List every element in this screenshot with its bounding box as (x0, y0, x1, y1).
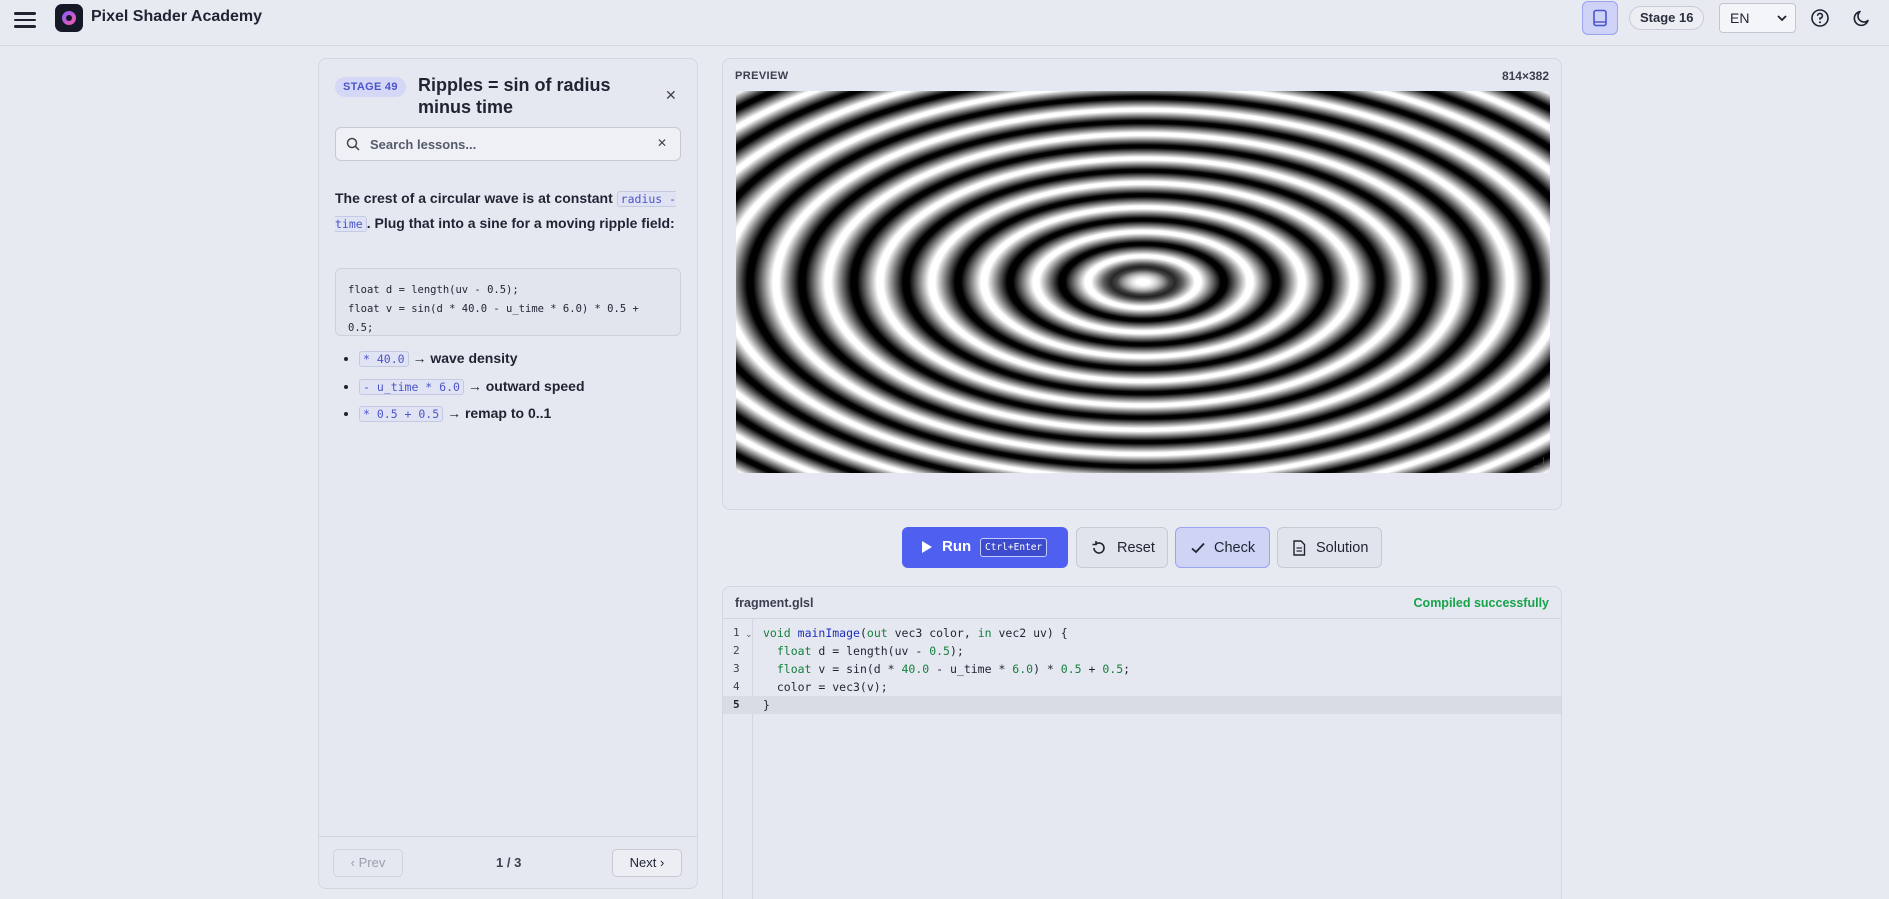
compile-status: Compiled successfully (1413, 596, 1549, 610)
book-icon (1593, 9, 1607, 27)
stage-badge: STAGE 49 (335, 77, 406, 97)
lesson-panel: STAGE 49 Ripples = sin of radius minus t… (318, 58, 698, 889)
search-icon (346, 137, 360, 151)
bullet-text: → wave density (412, 350, 518, 366)
code-line[interactable]: 3 float v = sin(d * 40.0 - u_time * 6.0)… (723, 660, 1561, 678)
line-number: 4 (733, 680, 740, 693)
code-snippet-line: float d = length(uv - 0.5); (348, 284, 519, 296)
file-name: fragment.glsl (735, 596, 814, 610)
logo-icon (62, 11, 76, 25)
lesson-intro: The crest of a circular wave is at const… (335, 187, 681, 236)
code-snippet-line: float v = sin(d * 40.0 - u_time * 6.0) *… (348, 303, 639, 334)
preview-label: PREVIEW (735, 70, 789, 82)
language-value: EN (1730, 10, 1750, 26)
language-select[interactable]: EN (1719, 3, 1796, 33)
next-button[interactable]: Next › (612, 849, 682, 877)
line-number: 3 (733, 662, 740, 675)
lessons-toggle-button[interactable] (1582, 1, 1618, 35)
code-line[interactable]: 2 float d = length(uv - 0.5); (723, 642, 1561, 660)
line-number: 2 (733, 644, 740, 657)
document-icon (1293, 540, 1306, 556)
code-text: } (763, 698, 770, 712)
bullet-text: → outward speed (467, 377, 585, 394)
code-text: float d = length(uv - 0.5); (776, 644, 964, 658)
code-line[interactable]: 4 color = vec3(v); (723, 678, 1561, 696)
top-bar: Pixel Shader Academy Stage 16 EN (0, 0, 1889, 46)
check-icon (1191, 542, 1205, 554)
reset-icon (1092, 541, 1105, 554)
reset-label: Reset (1117, 540, 1155, 556)
code-line[interactable]: 1 ⌄ void mainImage(out vec3 color, in vec… (723, 624, 1561, 642)
inline-code: * 0.5 + 0.5 (359, 406, 444, 422)
search-input[interactable] (370, 134, 650, 154)
lesson-search: ✕ (335, 127, 681, 161)
check-button[interactable]: Check (1175, 527, 1270, 568)
prev-label: Prev (358, 855, 386, 870)
stage-indicator: Stage 16 (1629, 6, 1705, 30)
lesson-pagination: ‹ Prev 1 / 3 Next › (319, 836, 697, 888)
help-icon[interactable] (1810, 8, 1830, 28)
prev-button[interactable]: ‹ Prev (333, 849, 403, 877)
close-panel-button[interactable]: ✕ (665, 87, 677, 104)
line-number: 5 (733, 698, 740, 711)
list-item: * 0.5 + 0.5 → remap to 0..1 (359, 402, 679, 430)
editor-header: fragment.glsl Compiled successfully (723, 587, 1561, 619)
code-text: float v = sin(d * 40.0 - u_time * 6.0) *… (776, 662, 1131, 676)
inline-code: * 40.0 (359, 351, 409, 367)
list-item: * 40.0 → wave density (359, 347, 679, 375)
intro-text-end: . Plug that into a sine for a moving rip… (366, 214, 675, 231)
solution-label: Solution (1316, 540, 1369, 556)
solution-button[interactable]: Solution (1277, 527, 1382, 568)
tips-list: * 40.0 → wave density - u_time * 6.0 → o… (359, 347, 679, 430)
shader-preview-canvas[interactable] (736, 91, 1550, 473)
code-text: void mainImage(out vec3 color, in vec2 u… (763, 626, 1068, 640)
fold-chevron-icon[interactable]: ⌄ (745, 625, 753, 643)
app-title: Pixel Shader Academy (91, 8, 263, 25)
menu-icon[interactable] (14, 9, 36, 28)
reset-button[interactable]: Reset (1076, 527, 1168, 568)
code-snippet: float d = length(uv - 0.5); float v = si… (335, 268, 681, 336)
chevron-right-icon: › (660, 855, 665, 870)
run-label: Run (942, 538, 972, 555)
lesson-title: Ripples = sin of radius minus time (418, 75, 611, 117)
line-number: 1 (733, 626, 740, 639)
code-text: color = vec3(v); (763, 680, 888, 694)
preview-panel: PREVIEW 814×382 (722, 58, 1562, 510)
chevron-down-icon (1777, 15, 1787, 22)
run-button[interactable]: Run Ctrl+Enter (902, 527, 1068, 568)
run-shortcut: Ctrl+Enter (980, 538, 1048, 557)
next-label: Next (629, 855, 657, 870)
preview-size: 814×382 (1501, 69, 1549, 83)
clear-search-button[interactable]: ✕ (657, 136, 667, 150)
code-editor[interactable]: fragment.glsl Compiled successfully 1 ⌄ v… (722, 586, 1562, 899)
chevron-left-icon: ‹ (350, 855, 355, 870)
preview-center-glow (736, 91, 1550, 473)
check-label: Check (1214, 540, 1256, 556)
play-icon (922, 541, 932, 553)
page-indicator: 1 / 3 (496, 855, 522, 870)
app-logo (55, 4, 83, 32)
inline-code: - u_time * 6.0 (359, 378, 464, 395)
resize-handle-icon[interactable] (1534, 457, 1544, 467)
code-line-active[interactable]: 5 } (723, 696, 1561, 714)
bullet-text: → remap to 0..1 (447, 405, 552, 421)
intro-text-start: The crest of a circular wave is at const… (335, 190, 617, 206)
moon-icon[interactable] (1852, 8, 1872, 28)
list-item: - u_time * 6.0 → outward speed (359, 375, 679, 403)
